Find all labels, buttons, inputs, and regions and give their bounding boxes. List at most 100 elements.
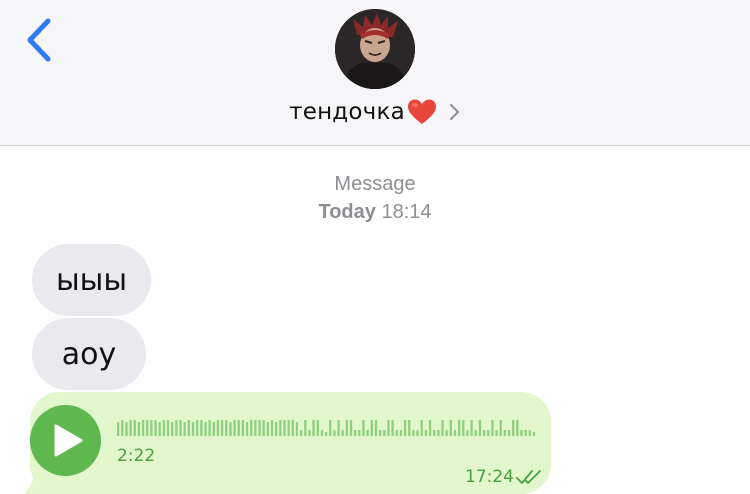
waveform-bar [241, 420, 245, 436]
waveform-bar [237, 420, 240, 436]
waveform-bar [250, 420, 253, 436]
waveform-bar [191, 422, 195, 436]
chevron-left-icon [27, 18, 51, 62]
waveform-bar [349, 420, 353, 436]
waveform-bar [453, 430, 457, 436]
waveform-bar [478, 420, 482, 436]
heart-emoji-icon [407, 98, 437, 126]
waveform-bar [212, 422, 215, 436]
waveform-bar [399, 430, 403, 436]
waveform-bar [270, 420, 274, 436]
waveform-bar [503, 430, 507, 436]
waveform-bar [275, 422, 278, 436]
message-text: ыыы [55, 262, 128, 298]
message-bubble[interactable]: ыыы [32, 244, 151, 316]
waveform-bar [366, 430, 369, 436]
waveform-bar [158, 422, 161, 436]
waveform-bar [258, 420, 261, 436]
waveform-bar [337, 420, 340, 436]
avatar-image [335, 9, 415, 89]
waveform-bar [133, 420, 136, 436]
waveform-bar [316, 420, 319, 436]
waveform-bar [341, 430, 344, 436]
waveform-bar [137, 422, 141, 436]
waveform-bar [412, 430, 415, 436]
waveform-bar [150, 420, 153, 436]
waveform-bar [208, 420, 211, 436]
play-button[interactable] [30, 405, 101, 476]
waveform-bar [487, 430, 490, 436]
waveform-bar [395, 430, 398, 436]
waveform-bar [141, 420, 145, 436]
waveform-bar [387, 420, 390, 436]
avatar[interactable] [335, 9, 415, 89]
waveform-bar [491, 420, 494, 436]
waveform-bar [175, 420, 178, 436]
waveform-bar [408, 420, 411, 436]
play-icon [54, 424, 83, 457]
waveform-bar [482, 430, 486, 436]
waveform-bar [225, 420, 228, 436]
waveform-bar [320, 430, 324, 436]
waveform-bar [216, 420, 220, 436]
waveform-bar [146, 420, 149, 436]
chevron-right-icon [449, 103, 461, 121]
waveform-bar [516, 420, 519, 436]
waveform-bar [520, 430, 523, 436]
waveform-bar [245, 422, 249, 436]
message-bubble[interactable]: аоу [32, 318, 146, 390]
waveform-bar [279, 420, 282, 436]
timestamp-day: Today [318, 201, 376, 223]
waveform-bar [449, 420, 452, 436]
waveform-bar [403, 420, 407, 436]
waveform-bar [474, 430, 477, 436]
service-label: Message [334, 173, 416, 195]
waveform-bar [308, 430, 311, 436]
waveform-bar [117, 422, 120, 436]
waveform-bar [187, 420, 190, 436]
waveform-bar [229, 422, 232, 436]
waveform-bar [295, 422, 299, 436]
waveform-bar [304, 420, 307, 436]
waveform-bar [329, 420, 332, 436]
waveform-bar [129, 420, 132, 436]
waveform-bar [121, 420, 124, 436]
waveform-bar [254, 420, 257, 436]
waveform-bar [125, 422, 128, 436]
waveform-bar [462, 420, 465, 436]
waveform-bar [424, 430, 428, 436]
waveform-bar [196, 420, 199, 436]
waveform-bar [437, 430, 440, 436]
waveform-bar [333, 430, 336, 436]
message-text: аоу [61, 336, 117, 372]
waveform-bar [183, 422, 186, 436]
waveform-bar [233, 420, 236, 436]
waveform-bar [262, 420, 265, 436]
waveform-bar [378, 430, 382, 436]
waveform-bar [507, 430, 511, 436]
waveform-bar [370, 420, 373, 436]
waveform-bar [345, 420, 348, 436]
waveform-bar [470, 420, 473, 436]
waveform-bar [445, 430, 448, 436]
waveform-bar [466, 430, 469, 436]
contact-info-button[interactable]: тендочка [0, 94, 750, 130]
waveform-bar [312, 420, 315, 436]
waveform-bar [171, 422, 174, 436]
waveform-bar [433, 430, 436, 436]
timestamp-time: 18:14 [381, 201, 432, 223]
waveform-bar [358, 430, 361, 436]
waveform-bar [362, 420, 365, 436]
waveform-bar [524, 430, 527, 436]
waveform-bar [495, 430, 498, 436]
waveform-bar [383, 430, 386, 436]
waveform-bar [220, 420, 224, 436]
waveform-bar [291, 420, 294, 436]
back-button[interactable] [22, 18, 58, 64]
waveform-bar [162, 420, 166, 436]
waveform-bar [391, 420, 394, 436]
waveform-bar [441, 420, 444, 436]
double-check-icon [516, 470, 541, 484]
waveform[interactable] [117, 410, 537, 440]
sent-time: 17:24 [465, 467, 514, 487]
